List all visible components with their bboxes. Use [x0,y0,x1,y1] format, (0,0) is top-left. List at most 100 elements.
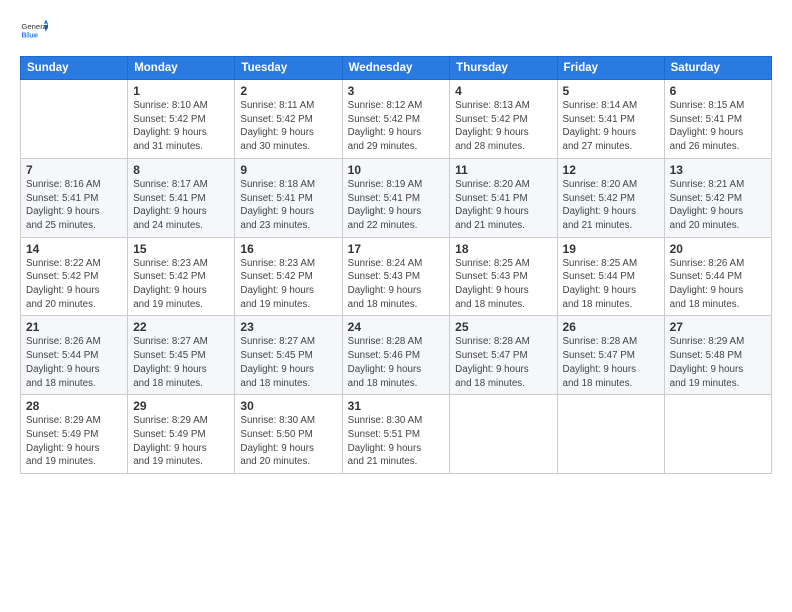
calendar-cell [664,395,771,474]
calendar-cell: 21Sunrise: 8:26 AM Sunset: 5:44 PM Dayli… [21,316,128,395]
day-info: Sunrise: 8:14 AM Sunset: 5:41 PM Dayligh… [563,99,659,154]
calendar-cell: 2Sunrise: 8:11 AM Sunset: 5:42 PM Daylig… [235,80,342,159]
day-number: 31 [348,399,445,413]
calendar-cell: 12Sunrise: 8:20 AM Sunset: 5:42 PM Dayli… [557,158,664,237]
day-info: Sunrise: 8:20 AM Sunset: 5:41 PM Dayligh… [455,178,551,233]
calendar-cell: 14Sunrise: 8:22 AM Sunset: 5:42 PM Dayli… [21,237,128,316]
calendar-cell: 20Sunrise: 8:26 AM Sunset: 5:44 PM Dayli… [664,237,771,316]
calendar-cell: 16Sunrise: 8:23 AM Sunset: 5:42 PM Dayli… [235,237,342,316]
calendar-cell: 22Sunrise: 8:27 AM Sunset: 5:45 PM Dayli… [128,316,235,395]
day-number: 10 [348,163,445,177]
calendar-cell: 3Sunrise: 8:12 AM Sunset: 5:42 PM Daylig… [342,80,450,159]
day-info: Sunrise: 8:23 AM Sunset: 5:42 PM Dayligh… [133,257,229,312]
day-number: 19 [563,242,659,256]
svg-text:Blue: Blue [21,31,38,40]
day-info: Sunrise: 8:29 AM Sunset: 5:49 PM Dayligh… [26,414,122,469]
day-number: 2 [240,84,336,98]
calendar-cell: 30Sunrise: 8:30 AM Sunset: 5:50 PM Dayli… [235,395,342,474]
day-number: 4 [455,84,551,98]
day-number: 25 [455,320,551,334]
day-number: 28 [26,399,122,413]
calendar-cell: 11Sunrise: 8:20 AM Sunset: 5:41 PM Dayli… [450,158,557,237]
day-number: 17 [348,242,445,256]
calendar-header-saturday: Saturday [664,57,771,80]
day-number: 26 [563,320,659,334]
day-info: Sunrise: 8:28 AM Sunset: 5:47 PM Dayligh… [563,335,659,390]
calendar-week-3: 21Sunrise: 8:26 AM Sunset: 5:44 PM Dayli… [21,316,772,395]
calendar-week-1: 7Sunrise: 8:16 AM Sunset: 5:41 PM Daylig… [21,158,772,237]
calendar-cell: 6Sunrise: 8:15 AM Sunset: 5:41 PM Daylig… [664,80,771,159]
day-info: Sunrise: 8:27 AM Sunset: 5:45 PM Dayligh… [240,335,336,390]
day-number: 23 [240,320,336,334]
calendar-cell: 1Sunrise: 8:10 AM Sunset: 5:42 PM Daylig… [128,80,235,159]
calendar-cell [450,395,557,474]
calendar-table: SundayMondayTuesdayWednesdayThursdayFrid… [20,56,772,474]
day-number: 16 [240,242,336,256]
day-number: 14 [26,242,122,256]
calendar-cell: 9Sunrise: 8:18 AM Sunset: 5:41 PM Daylig… [235,158,342,237]
calendar-header-friday: Friday [557,57,664,80]
day-number: 27 [670,320,766,334]
calendar-week-2: 14Sunrise: 8:22 AM Sunset: 5:42 PM Dayli… [21,237,772,316]
day-number: 8 [133,163,229,177]
day-number: 13 [670,163,766,177]
calendar-header-tuesday: Tuesday [235,57,342,80]
day-info: Sunrise: 8:17 AM Sunset: 5:41 PM Dayligh… [133,178,229,233]
calendar-cell: 28Sunrise: 8:29 AM Sunset: 5:49 PM Dayli… [21,395,128,474]
day-number: 24 [348,320,445,334]
day-number: 21 [26,320,122,334]
day-info: Sunrise: 8:26 AM Sunset: 5:44 PM Dayligh… [26,335,122,390]
day-info: Sunrise: 8:24 AM Sunset: 5:43 PM Dayligh… [348,257,445,312]
logo-icon: General Blue [20,18,48,46]
day-number: 15 [133,242,229,256]
day-info: Sunrise: 8:30 AM Sunset: 5:50 PM Dayligh… [240,414,336,469]
calendar-cell: 23Sunrise: 8:27 AM Sunset: 5:45 PM Dayli… [235,316,342,395]
day-info: Sunrise: 8:20 AM Sunset: 5:42 PM Dayligh… [563,178,659,233]
day-number: 9 [240,163,336,177]
calendar-cell: 4Sunrise: 8:13 AM Sunset: 5:42 PM Daylig… [450,80,557,159]
day-info: Sunrise: 8:19 AM Sunset: 5:41 PM Dayligh… [348,178,445,233]
day-number: 18 [455,242,551,256]
calendar-cell [21,80,128,159]
day-info: Sunrise: 8:16 AM Sunset: 5:41 PM Dayligh… [26,178,122,233]
day-info: Sunrise: 8:15 AM Sunset: 5:41 PM Dayligh… [670,99,766,154]
day-number: 3 [348,84,445,98]
calendar-cell: 29Sunrise: 8:29 AM Sunset: 5:49 PM Dayli… [128,395,235,474]
day-info: Sunrise: 8:12 AM Sunset: 5:42 PM Dayligh… [348,99,445,154]
day-number: 1 [133,84,229,98]
calendar-header-sunday: Sunday [21,57,128,80]
day-info: Sunrise: 8:26 AM Sunset: 5:44 PM Dayligh… [670,257,766,312]
calendar-cell: 17Sunrise: 8:24 AM Sunset: 5:43 PM Dayli… [342,237,450,316]
day-info: Sunrise: 8:25 AM Sunset: 5:43 PM Dayligh… [455,257,551,312]
day-number: 30 [240,399,336,413]
day-number: 20 [670,242,766,256]
day-number: 11 [455,163,551,177]
calendar-cell: 31Sunrise: 8:30 AM Sunset: 5:51 PM Dayli… [342,395,450,474]
calendar-week-4: 28Sunrise: 8:29 AM Sunset: 5:49 PM Dayli… [21,395,772,474]
day-info: Sunrise: 8:25 AM Sunset: 5:44 PM Dayligh… [563,257,659,312]
day-number: 5 [563,84,659,98]
day-info: Sunrise: 8:18 AM Sunset: 5:41 PM Dayligh… [240,178,336,233]
calendar-header-thursday: Thursday [450,57,557,80]
day-number: 29 [133,399,229,413]
day-number: 6 [670,84,766,98]
day-info: Sunrise: 8:29 AM Sunset: 5:48 PM Dayligh… [670,335,766,390]
calendar-cell: 10Sunrise: 8:19 AM Sunset: 5:41 PM Dayli… [342,158,450,237]
page: General Blue SundayMondayTuesdayWednesda… [0,0,792,612]
calendar-cell [557,395,664,474]
calendar-week-0: 1Sunrise: 8:10 AM Sunset: 5:42 PM Daylig… [21,80,772,159]
calendar-header-monday: Monday [128,57,235,80]
day-info: Sunrise: 8:27 AM Sunset: 5:45 PM Dayligh… [133,335,229,390]
day-number: 12 [563,163,659,177]
day-info: Sunrise: 8:13 AM Sunset: 5:42 PM Dayligh… [455,99,551,154]
header: General Blue [20,18,772,46]
calendar-header-row: SundayMondayTuesdayWednesdayThursdayFrid… [21,57,772,80]
logo: General Blue [20,18,52,46]
day-info: Sunrise: 8:10 AM Sunset: 5:42 PM Dayligh… [133,99,229,154]
day-info: Sunrise: 8:22 AM Sunset: 5:42 PM Dayligh… [26,257,122,312]
day-info: Sunrise: 8:29 AM Sunset: 5:49 PM Dayligh… [133,414,229,469]
calendar-cell: 19Sunrise: 8:25 AM Sunset: 5:44 PM Dayli… [557,237,664,316]
calendar-cell: 5Sunrise: 8:14 AM Sunset: 5:41 PM Daylig… [557,80,664,159]
day-info: Sunrise: 8:11 AM Sunset: 5:42 PM Dayligh… [240,99,336,154]
calendar-cell: 7Sunrise: 8:16 AM Sunset: 5:41 PM Daylig… [21,158,128,237]
